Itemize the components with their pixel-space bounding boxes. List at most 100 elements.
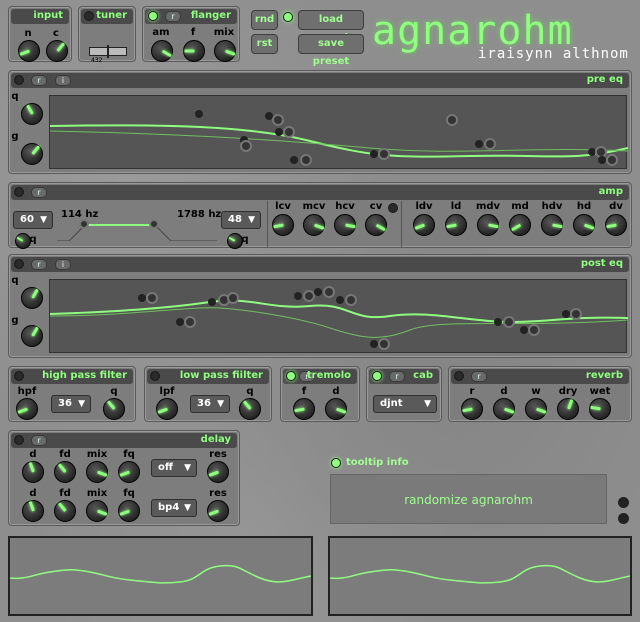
pre-eq-i-button[interactable]: i [55,75,71,86]
hpf-led[interactable] [14,371,24,381]
delay1-fd-knob[interactable] [54,461,76,483]
amp-md-knob[interactable] [509,214,531,236]
pre-eq-node[interactable] [195,110,203,118]
amp-cv-knob[interactable] [365,214,387,236]
pre-eq-node[interactable] [275,128,283,136]
amp-mcv-knob[interactable] [303,214,325,236]
post-eq-node[interactable] [208,298,216,306]
pre-eq-led[interactable] [14,75,24,85]
delay2-fd-knob[interactable] [54,500,76,522]
delay1-mix-knob[interactable] [86,461,108,483]
reverb-d-knob[interactable] [493,398,515,420]
pre-eq-node[interactable] [598,156,606,164]
delay2-mode-select[interactable]: bp4 ▼ [151,499,197,517]
cab-led[interactable] [372,371,382,381]
pre-eq-node[interactable] [606,154,618,166]
flanger-f-knob[interactable] [183,40,205,62]
amp-led[interactable] [14,187,24,197]
post-eq-node[interactable] [323,286,335,298]
reverb-w-knob[interactable] [525,398,547,420]
input-n-knob[interactable] [18,40,40,62]
post-eq-g-knob[interactable] [21,325,43,347]
reverb-dry-knob[interactable] [557,398,579,420]
amp-ldv-knob[interactable] [413,214,435,236]
flanger-led[interactable] [148,11,158,21]
cab-r-button[interactable]: r [389,371,405,382]
reset-button[interactable]: rst [251,34,278,54]
post-eq-node[interactable] [227,292,239,304]
amp-dv-knob[interactable] [605,214,627,236]
post-eq-node[interactable] [570,308,582,320]
pre-eq-node[interactable] [484,138,496,150]
delay1-res-knob[interactable] [207,461,229,483]
pre-eq-node[interactable] [378,148,390,160]
post-eq-node[interactable] [562,310,570,318]
amp-high-select[interactable]: 48 ▼ [221,211,261,229]
lpf-slope-select[interactable]: 36 ▼ [190,395,230,413]
preset-led[interactable] [283,12,293,22]
amp-low-select[interactable]: 60 ▼ [13,211,53,229]
side-button-bottom[interactable] [618,513,629,524]
amp-r-button[interactable]: r [31,187,47,198]
amp-mdv-knob[interactable] [477,214,499,236]
delay2-fq-knob[interactable] [118,500,140,522]
load-preset-button[interactable]: load preset [298,10,364,43]
delay1-mode-select[interactable]: off ▼ [151,459,197,477]
cab-select[interactable]: djnt ▼ [373,395,437,413]
pre-eq-node[interactable] [272,114,284,126]
pre-eq-q-knob[interactable] [21,103,43,125]
post-eq-node[interactable] [345,294,357,306]
amp-distortion-led[interactable] [388,203,398,213]
pre-eq-node[interactable] [370,150,378,158]
reverb-r-knob[interactable] [461,398,483,420]
side-button-top[interactable] [618,497,629,508]
reverb-led[interactable] [454,371,464,381]
post-eq-node[interactable] [176,318,184,326]
post-eq-q-knob[interactable] [21,287,43,309]
lpf-led[interactable] [150,371,160,381]
delay-r-button[interactable]: r [31,435,47,446]
post-eq-node[interactable] [336,296,344,304]
amp-hcv-knob[interactable] [334,214,356,236]
post-eq-node[interactable] [520,326,528,334]
pre-eq-node[interactable] [240,140,252,152]
post-eq-display[interactable] [49,279,629,353]
post-eq-node[interactable] [528,324,540,336]
post-eq-node[interactable] [370,340,378,348]
post-eq-i-button[interactable]: i [55,259,71,270]
pre-eq-node[interactable] [475,140,483,148]
tuner-led[interactable] [84,11,94,21]
post-eq-node[interactable] [294,292,302,300]
pre-eq-node[interactable] [283,126,295,138]
tremolo-led[interactable] [286,371,296,381]
hpf-slope-select[interactable]: 36 ▼ [51,395,91,413]
pre-eq-node[interactable] [300,154,312,166]
pre-eq-r-button[interactable]: r [31,75,47,86]
post-eq-r-button[interactable]: r [31,259,47,270]
reverb-r-button[interactable]: r [471,371,487,382]
delay2-d-knob[interactable] [22,500,44,522]
delay2-mix-knob[interactable] [86,500,108,522]
flanger-am-knob[interactable] [151,40,173,62]
amp-lcv-knob[interactable] [272,214,294,236]
lpf-q-knob[interactable] [239,398,261,420]
post-eq-node[interactable] [314,288,322,296]
randomize-button[interactable]: rnd [251,10,278,30]
delay2-res-knob[interactable] [207,500,229,522]
amp-high-freq-handle[interactable] [149,219,159,229]
save-preset-button[interactable]: save preset [298,34,364,67]
tooltip-led[interactable] [331,458,341,468]
pre-eq-node[interactable] [446,114,458,126]
hpf-q-knob[interactable] [103,398,125,420]
amp-hdv-knob[interactable] [541,214,563,236]
delay1-d-knob[interactable] [22,461,44,483]
pre-eq-node[interactable] [290,156,298,164]
flanger-r-button[interactable]: r [165,11,181,22]
tremolo-d-knob[interactable] [325,398,347,420]
post-eq-node[interactable] [138,294,146,302]
post-eq-node[interactable] [503,316,515,328]
delay-led[interactable] [14,435,24,445]
amp-hd-knob[interactable] [573,214,595,236]
tremolo-f-knob[interactable] [293,398,315,420]
post-eq-node[interactable] [378,338,390,350]
